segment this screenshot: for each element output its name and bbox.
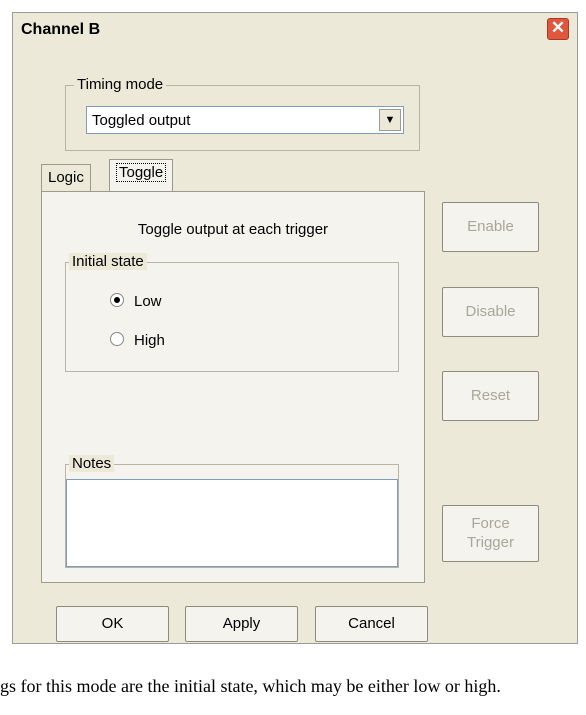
window-title: Channel B [21, 21, 101, 38]
cancel-button[interactable]: Cancel [315, 606, 428, 642]
notes-textarea[interactable] [66, 479, 398, 567]
force-trigger-label-2: Trigger [467, 534, 514, 551]
tab-logic-label: Logic [48, 169, 84, 186]
reset-button-label: Reset [470, 387, 511, 404]
ok-button[interactable]: OK [56, 606, 169, 642]
timing-mode-value: Toggled output [92, 112, 191, 129]
radio-low[interactable]: Low [110, 293, 162, 310]
toggle-description: Toggle output at each trigger [137, 221, 329, 238]
toggle-tab-panel: Toggle output at each trigger Initial st… [41, 191, 425, 583]
notes-group: Notes [65, 455, 399, 568]
tab-toggle-label: Toggle [116, 163, 167, 182]
cancel-button-label: Cancel [348, 615, 395, 632]
tab-toggle[interactable]: Toggle [109, 159, 174, 193]
reset-button[interactable]: Reset [442, 371, 539, 421]
ok-button-label: OK [101, 615, 124, 632]
timing-mode-select[interactable]: Toggled output ▼ [86, 106, 404, 134]
chevron-down-icon[interactable]: ▼ [379, 109, 401, 131]
apply-button-label: Apply [222, 615, 261, 632]
notes-label: Notes [69, 455, 115, 472]
apply-button[interactable]: Apply [185, 606, 298, 642]
initial-state-label: Initial state [69, 253, 147, 270]
timing-mode-label: Timing mode [74, 76, 167, 93]
disable-button-label: Disable [465, 303, 516, 320]
radio-high-label: High [134, 332, 165, 349]
radio-low-indicator[interactable] [110, 293, 124, 307]
tab-logic[interactable]: Logic [41, 164, 91, 192]
title-bar: Channel B ✕ [13, 13, 577, 47]
radio-high-indicator[interactable] [110, 332, 124, 346]
enable-button-label: Enable [467, 218, 514, 235]
disable-button[interactable]: Disable [442, 287, 539, 337]
timing-mode-group: Timing mode Toggled output ▼ [65, 76, 420, 151]
radio-low-label: Low [134, 293, 162, 310]
caption-text: gs for this mode are the initial state, … [0, 676, 501, 696]
enable-button[interactable]: Enable [442, 202, 539, 252]
initial-state-group: Initial state Low High [65, 253, 399, 372]
radio-high[interactable]: High [110, 332, 165, 349]
dialog-window: Channel B ✕ Timing mode Toggled output ▼… [12, 12, 578, 644]
force-trigger-label-1: Force [471, 515, 510, 532]
close-icon[interactable]: ✕ [547, 18, 569, 40]
force-trigger-button[interactable]: Force Trigger [442, 505, 539, 562]
